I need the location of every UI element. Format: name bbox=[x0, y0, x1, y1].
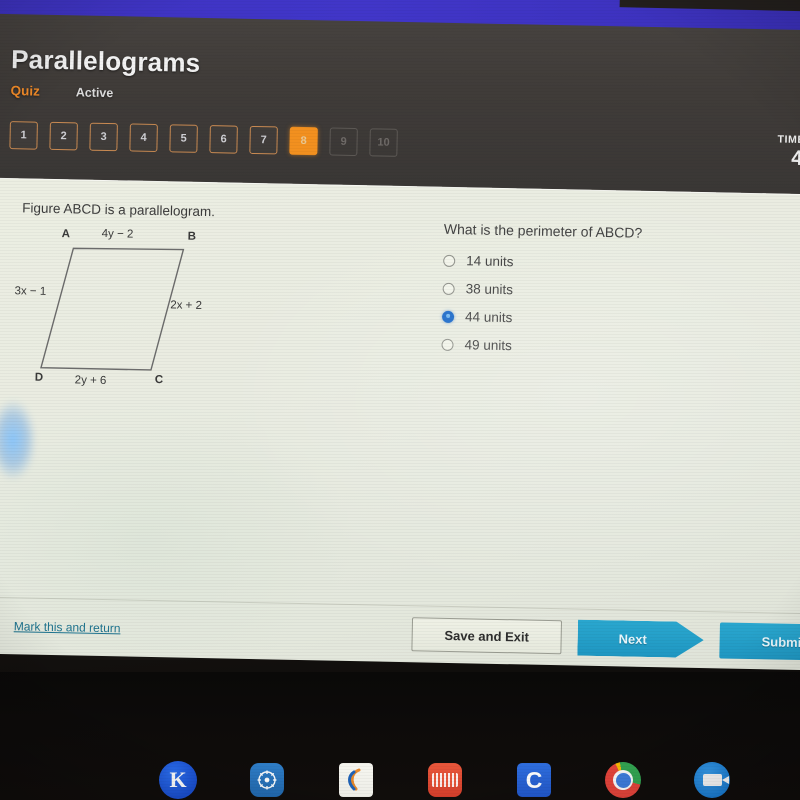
side-label-bottom: 2y + 6 bbox=[74, 374, 107, 388]
radio-selected-icon[interactable] bbox=[441, 310, 455, 323]
vertex-label-c: C bbox=[154, 374, 164, 387]
question-number-3[interactable]: 3 bbox=[89, 122, 118, 152]
timer-label: TIME REM bbox=[777, 133, 800, 147]
answer-option-label: 38 units bbox=[465, 281, 514, 298]
red-app-icon[interactable] bbox=[425, 760, 465, 800]
question-number-1[interactable]: 1 bbox=[9, 121, 38, 150]
quiz-screen: Parallelograms Quiz Active 1 2 3 4 5 6 7 8 9 10 T… bbox=[0, 13, 800, 671]
canvas-icon[interactable]: C bbox=[514, 760, 554, 800]
timer-value: 46:2 bbox=[791, 146, 800, 171]
answer-option-list[interactable]: 14 units 38 units 44 units 49 units bbox=[441, 253, 800, 360]
zoom-icon[interactable] bbox=[692, 760, 732, 800]
radio-icon[interactable] bbox=[443, 254, 456, 267]
question-number-4[interactable]: 4 bbox=[129, 123, 158, 153]
radio-icon[interactable] bbox=[441, 338, 454, 351]
side-label-left: 3x − 1 bbox=[14, 285, 47, 298]
side-label-right: 2x + 2 bbox=[170, 299, 203, 312]
question-number-8[interactable]: 8 bbox=[289, 126, 318, 156]
parallelogram-figure: A B C D 4y − 2 2x + 2 2y + 6 3x − 1 bbox=[14, 222, 298, 407]
question-number-list[interactable]: 1 2 3 4 5 6 7 8 9 10 bbox=[9, 121, 398, 157]
question-number-2[interactable]: 2 bbox=[49, 121, 78, 151]
side-label-top: 4y − 2 bbox=[101, 227, 134, 241]
question-number-7[interactable]: 7 bbox=[249, 125, 278, 155]
radio-icon[interactable] bbox=[442, 282, 455, 295]
answer-option[interactable]: 44 units bbox=[441, 309, 800, 332]
mark-this-and-return-link[interactable]: Mark this and return bbox=[14, 619, 121, 635]
chrome-icon[interactable] bbox=[603, 760, 643, 800]
parallelogram-shape bbox=[40, 247, 185, 371]
quiz-state-label: Active bbox=[75, 84, 114, 100]
figure-column: Figure ABCD is a parallelogram. A B C D … bbox=[0, 178, 437, 607]
next-button[interactable]: Next bbox=[577, 620, 704, 659]
answer-option[interactable]: 38 units bbox=[442, 281, 800, 304]
vertex-label-a: A bbox=[61, 228, 71, 241]
question-number-5[interactable]: 5 bbox=[169, 124, 198, 153]
vertex-label-d: D bbox=[34, 371, 44, 384]
screen-photo-scene: Parallelograms Quiz Active 1 2 3 4 5 6 7 8 9 10 T… bbox=[0, 0, 800, 800]
edgenuity-icon[interactable] bbox=[336, 760, 376, 800]
question-body: Figure ABCD is a parallelogram. A B C D … bbox=[0, 178, 800, 615]
answer-option-label: 14 units bbox=[466, 253, 514, 270]
timer: TIME REM 46:2 bbox=[777, 133, 800, 171]
answer-option[interactable]: 14 units bbox=[443, 253, 800, 276]
figure-prompt: Figure ABCD is a parallelogram. bbox=[22, 200, 216, 220]
vertex-label-b: B bbox=[187, 230, 197, 243]
question-number-6[interactable]: 6 bbox=[209, 125, 238, 154]
footer-button-group: Save and Exit Next Submit bbox=[411, 616, 800, 661]
save-and-exit-button[interactable]: Save and Exit bbox=[411, 617, 563, 655]
question-number-10: 10 bbox=[369, 128, 398, 157]
answer-option-label: 49 units bbox=[464, 337, 512, 354]
question-sheet: Figure ABCD is a parallelogram. A B C D … bbox=[0, 177, 800, 671]
question-text: What is the perimeter of ABCD? bbox=[443, 220, 643, 241]
kahoot-icon[interactable]: K bbox=[158, 760, 198, 800]
taskbar: K C bbox=[0, 672, 800, 800]
answer-option-label: 44 units bbox=[464, 309, 513, 326]
answer-option[interactable]: 49 units bbox=[441, 337, 800, 360]
compass-icon[interactable] bbox=[247, 760, 287, 800]
question-number-9: 9 bbox=[329, 127, 358, 157]
header-text-block: Parallelograms Quiz Active bbox=[10, 44, 800, 115]
submit-button[interactable]: Submit bbox=[719, 622, 800, 661]
taskbar-icon-row: K C bbox=[158, 760, 732, 800]
answer-column: What is the perimeter of ABCD? 14 units 3… bbox=[428, 187, 800, 615]
quiz-kind-label: Quiz bbox=[10, 83, 40, 99]
quiz-header: Parallelograms Quiz Active 1 2 3 4 5 6 7 8 9 10 T… bbox=[0, 13, 800, 195]
